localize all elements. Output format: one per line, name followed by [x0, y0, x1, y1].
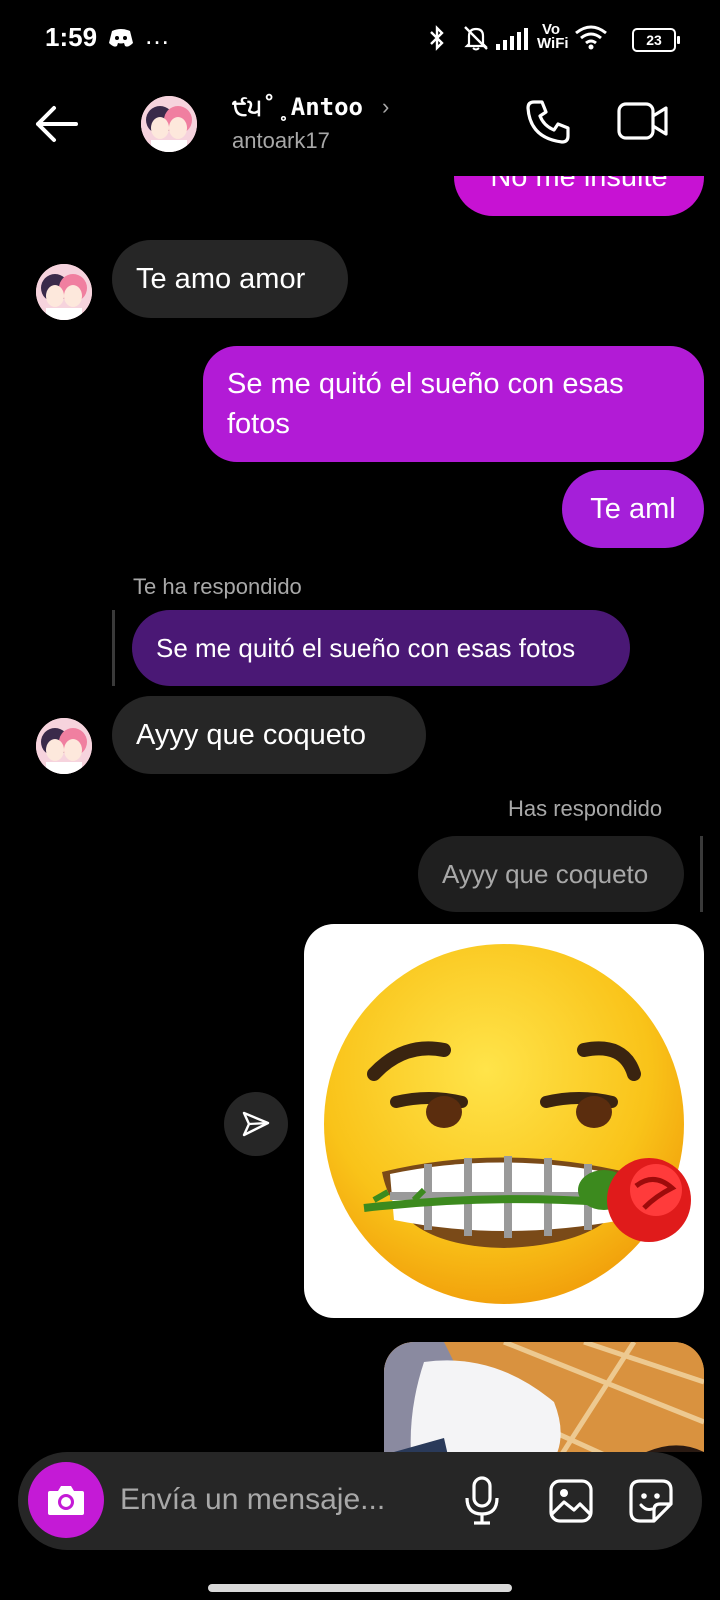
reply-indicator-bar	[112, 610, 115, 686]
back-button[interactable]	[30, 96, 86, 152]
sender-avatar[interactable]	[36, 264, 92, 320]
message-bubble-incoming[interactable]: Ayyy que coqueto	[112, 696, 426, 774]
voice-message-button[interactable]	[464, 1476, 500, 1531]
paper-plane-icon	[242, 1111, 270, 1137]
reply-label: Te ha respondido	[133, 574, 302, 599]
quoted-message[interactable]: Se me quitó el sueño con esas fotos	[132, 610, 630, 686]
camera-icon	[48, 1486, 84, 1515]
message-bubble-outgoing[interactable]: Se me quitó el sueño con esas fotos	[203, 346, 704, 462]
status-bar: 1:59 … Vo WiFi 23	[0, 0, 720, 78]
contact-avatar[interactable]	[141, 96, 197, 152]
muted-bell-icon	[462, 24, 490, 57]
video-call-button[interactable]	[616, 98, 670, 151]
contact-username: antoark17	[232, 128, 330, 153]
emoji-sticker-image[interactable]	[304, 924, 704, 1318]
battery-indicator: 23	[632, 28, 680, 52]
microphone-icon	[465, 1476, 499, 1525]
reply-label: Has respondido	[508, 796, 663, 821]
sticker-button[interactable]	[628, 1478, 674, 1529]
message-input[interactable]: Envía un mensaje...	[120, 1483, 385, 1517]
sender-avatar[interactable]	[36, 718, 92, 774]
reply-indicator-bar	[700, 836, 703, 912]
gallery-button[interactable]	[548, 1478, 594, 1529]
message-thread[interactable]: No me insulte Te amo amor Se me quitó el…	[0, 176, 720, 1452]
bluetooth-icon	[426, 24, 448, 57]
home-indicator[interactable]	[208, 1584, 512, 1592]
chevron-right-icon: ›	[382, 94, 390, 119]
camera-button[interactable]	[28, 1462, 104, 1538]
photo-message-image[interactable]	[384, 1342, 704, 1452]
phone-icon	[526, 100, 570, 144]
share-button[interactable]	[224, 1092, 288, 1156]
message-bubble-outgoing[interactable]: No me insulte	[454, 176, 704, 216]
image-icon	[549, 1479, 593, 1523]
more-notifications-icon: …	[144, 20, 170, 50]
voice-call-button[interactable]	[524, 96, 574, 151]
contact-name[interactable]: ੯੫˚˳Antoo	[232, 93, 363, 121]
sticker-icon	[629, 1479, 673, 1523]
video-camera-icon	[617, 102, 668, 140]
message-text: Se me quitó el sueño con esas fotos	[227, 368, 624, 440]
vowifi-label: Vo WiFi	[537, 21, 569, 52]
message-bubble-outgoing[interactable]: Te aml	[562, 470, 704, 548]
message-bubble-incoming[interactable]: Te amo amor	[112, 240, 348, 318]
quoted-message[interactable]: Ayyy que coqueto	[418, 836, 684, 912]
arrow-left-icon	[36, 106, 78, 142]
signal-icon	[496, 28, 532, 55]
wifi-icon	[574, 24, 608, 55]
discord-icon	[108, 28, 134, 53]
status-time: 1:59	[45, 22, 98, 52]
